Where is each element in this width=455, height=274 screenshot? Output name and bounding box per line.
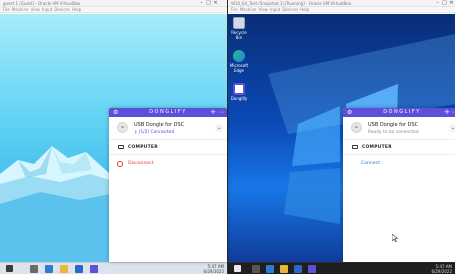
menu-devices[interactable]: Devices [282,7,298,12]
left-window-controls: – □ ✕ [198,0,219,7]
start-icon[interactable] [234,265,241,272]
right-window-controls: – □ ✕ [434,0,455,7]
search-icon[interactable] [30,265,38,273]
left-vm-title: guest 1 (Guest) - Oracle VM VirtualBox [3,1,81,6]
search-icon[interactable] [252,265,260,273]
more-icon[interactable]: ⋯ [218,108,224,117]
desktop-icon-label: Microsoft Edge [229,63,249,73]
maximize-icon[interactable]: □ [441,0,448,7]
computer-label: COMPUTER [362,145,392,150]
chevron-down-icon[interactable]: ⌄ [449,124,455,132]
menu-help[interactable]: Help [300,7,309,12]
desktop-icon-label: Recycle Bin [231,30,247,40]
menu-view[interactable]: View [258,7,268,12]
brand-title: DONGLIFY [383,109,421,115]
add-icon[interactable]: + [210,108,216,117]
right-taskbar: 5:47 AM 6/29/2022 [228,262,455,274]
desktop-icon-edge[interactable]: Microsoft Edge [229,50,249,73]
right-vm-menubar: File Machine View Input Devices Help [228,7,455,13]
folder-icon[interactable] [60,265,68,273]
menu-view[interactable]: View [30,7,40,12]
close-icon[interactable]: ✕ [448,0,455,7]
menu-help[interactable]: Help [72,7,81,12]
donglify-header: ⚙ DONGLIFY + ⋯ [343,108,455,117]
menu-devices[interactable]: Devices [54,7,70,12]
computer-section: COMPUTER [109,140,227,155]
device-status: ⚷ (1/2) Connected [134,130,174,135]
desktop-icon-recycle-bin[interactable]: Recycle Bin [229,17,249,40]
computer-label: COMPUTER [128,145,158,150]
folder-icon[interactable] [280,265,288,273]
left-taskbar: 5:47 AM 6/29/2022 [0,262,227,274]
donglify-icon [233,83,245,95]
desktop-icon-donglify[interactable]: Donglify [229,83,249,101]
menu-input[interactable]: Input [42,7,52,12]
store-icon[interactable] [75,265,83,273]
menu-machine[interactable]: Machine [12,7,29,12]
maximize-icon[interactable]: □ [205,0,212,7]
donglify-taskbar-icon[interactable] [90,265,98,273]
computer-icon [352,145,358,149]
menu-input[interactable]: Input [270,7,280,12]
computer-icon [118,145,124,149]
menu-file[interactable]: File [3,7,10,12]
device-status-text: (1/2) Connected [138,130,175,135]
connect-button[interactable]: Connect [343,155,455,173]
close-icon[interactable]: ✕ [212,0,219,7]
recycle-bin-icon [233,17,245,29]
minimize-icon[interactable]: – [434,0,441,7]
computer-section: COMPUTER [343,140,455,155]
device-name: USB Dongle for DSC [134,122,185,128]
device-row[interactable]: USB Dongle for DSC ⚷ (1/2) Connected ⌄ [109,117,227,140]
left-vm-titlebar[interactable]: guest 1 (Guest) - Oracle VM VirtualBox –… [0,0,227,7]
dongle-avatar-icon [351,122,362,133]
device-row[interactable]: USB Dongle for DSC Ready to be connected… [343,117,455,140]
disconnect-button[interactable]: Disconnect [109,155,227,173]
left-vm-menubar: File Machine View Input Devices Help [0,7,227,13]
disconnect-label: Disconnect [128,161,154,166]
add-icon[interactable]: + [444,108,450,117]
connect-label: Connect [361,161,380,166]
edge-icon[interactable] [266,265,274,273]
donglify-taskbar-icon[interactable] [308,265,316,273]
mouse-cursor-icon [392,234,398,242]
donglify-panel-right: ⚙ DONGLIFY + ⋯ USB Dongle for DSC Ready … [343,108,455,262]
donglify-panel-left: ⚙ DONGLIFY + ⋯ USB Dongle for DSC ⚷ (1/2… [109,108,227,262]
start-icon[interactable] [6,265,13,272]
minimize-icon[interactable]: – [198,0,205,7]
clock-date: 6/29/2022 [431,269,452,274]
clock-date: 6/29/2022 [203,269,224,274]
dongle-avatar-icon [117,122,128,133]
chevron-down-icon[interactable]: ⌄ [215,124,223,132]
donglify-header: ⚙ DONGLIFY + ⋯ [109,108,227,117]
left-system-tray: 5:47 AM 6/29/2022 [150,263,224,274]
menu-file[interactable]: File [231,7,238,12]
edge-icon [233,50,245,62]
disconnect-icon [117,161,123,167]
store-icon[interactable] [294,265,302,273]
device-name: USB Dongle for DSC [368,122,419,128]
edge-icon[interactable] [45,265,53,273]
menu-machine[interactable]: Machine [240,7,257,12]
right-vm-title: W10_64_Test (Snapshot 1) [Running] - Ora… [231,1,351,6]
right-vm-titlebar[interactable]: W10_64_Test (Snapshot 1) [Running] - Ora… [228,0,455,7]
right-system-tray: 5:47 AM 6/29/2022 [378,263,452,274]
desktop-icon-label: Donglify [230,96,248,101]
device-status: Ready to be connected [368,130,419,135]
